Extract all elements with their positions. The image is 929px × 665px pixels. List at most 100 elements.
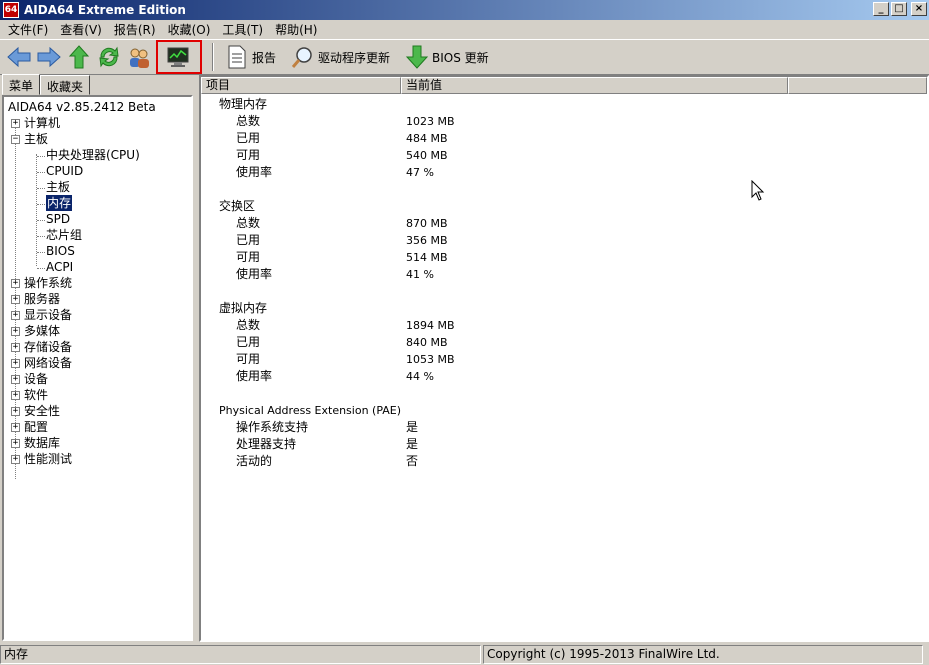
menu-tools[interactable]: 工具(T) bbox=[216, 21, 269, 38]
tree-item-server[interactable]: + 服务器 bbox=[11, 291, 60, 307]
tree-item-database[interactable]: + 数据库 bbox=[11, 435, 60, 451]
menu-favorites[interactable]: 收藏(O) bbox=[162, 21, 217, 38]
row-label[interactable]: 可用 bbox=[236, 147, 260, 164]
expand-icon[interactable]: + bbox=[11, 454, 20, 464]
tree-item-os[interactable]: + 操作系统 bbox=[11, 275, 72, 291]
left-pane: 菜单 收藏夹 AIDA64 v2.85.2412 Beta + 计算机 − 主板 中… bbox=[0, 74, 196, 642]
row-value[interactable]: 540 MB bbox=[406, 147, 448, 164]
status-bar: 内存 Copyright (c) 1995-2013 FinalWire Ltd… bbox=[0, 643, 929, 665]
expand-icon[interactable]: + bbox=[11, 422, 20, 432]
expand-icon[interactable]: + bbox=[11, 118, 20, 128]
column-item[interactable]: 项目 bbox=[201, 77, 401, 94]
row-value[interactable]: 1023 MB bbox=[406, 113, 455, 130]
row-value[interactable]: 44 % bbox=[406, 368, 434, 385]
tree-item-chipset[interactable]: 芯片组 bbox=[46, 227, 82, 243]
toolbar: 报告 驱动程序更新 BIOS 更新 bbox=[0, 39, 929, 75]
driver-update-button[interactable]: 驱动程序更新 bbox=[286, 43, 394, 71]
row-label[interactable]: 总数 bbox=[236, 317, 260, 334]
back-arrow-icon[interactable] bbox=[6, 44, 32, 70]
column-extra[interactable] bbox=[788, 77, 927, 94]
users-icon[interactable] bbox=[126, 44, 152, 70]
title-bar: 64 AIDA64 Extreme Edition _ □ × bbox=[0, 0, 929, 20]
report-button[interactable]: 报告 bbox=[220, 43, 280, 71]
status-copyright: Copyright (c) 1995-2013 FinalWire Ltd. bbox=[483, 644, 923, 664]
tree-item-multimedia[interactable]: + 多媒体 bbox=[11, 323, 60, 339]
tab-favorites[interactable]: 收藏夹 bbox=[40, 75, 91, 95]
row-value[interactable]: 870 MB bbox=[406, 215, 448, 232]
tree-item-cpuid[interactable]: CPUID bbox=[46, 163, 83, 179]
tree-item-memory[interactable]: 内存 bbox=[46, 195, 73, 211]
tree-item-network[interactable]: + 网络设备 bbox=[11, 355, 72, 371]
tree-item-display[interactable]: + 显示设备 bbox=[11, 307, 72, 323]
row-value[interactable]: 1053 MB bbox=[406, 351, 455, 368]
row-value[interactable]: 47 % bbox=[406, 164, 434, 181]
details-list[interactable]: 项目 当前值 物理内存 总数 1023 MB 已用 484 MB 可用 540 … bbox=[199, 75, 929, 642]
expand-icon[interactable]: + bbox=[11, 310, 20, 320]
tree-item-acpi[interactable]: ACPI bbox=[46, 259, 73, 275]
tab-menu[interactable]: 菜单 bbox=[2, 74, 41, 95]
row-value[interactable]: 41 % bbox=[406, 266, 434, 283]
row-label[interactable]: 已用 bbox=[236, 130, 260, 147]
minimize-button[interactable]: _ bbox=[873, 2, 889, 16]
close-button[interactable]: × bbox=[911, 2, 927, 16]
tree-item-motherboard[interactable]: − 主板 bbox=[11, 131, 48, 147]
expand-icon[interactable]: + bbox=[11, 358, 20, 368]
row-label[interactable]: 活动的 bbox=[236, 453, 272, 470]
row-value[interactable]: 是 bbox=[406, 419, 418, 436]
menu-help[interactable]: 帮助(H) bbox=[269, 21, 323, 38]
forward-arrow-icon[interactable] bbox=[36, 44, 62, 70]
row-value[interactable]: 是 bbox=[406, 436, 418, 453]
expand-icon[interactable]: + bbox=[11, 326, 20, 336]
menu-report[interactable]: 报告(R) bbox=[108, 21, 162, 38]
expand-icon[interactable]: + bbox=[11, 374, 20, 384]
monitor-icon[interactable] bbox=[156, 40, 202, 74]
row-value[interactable]: 840 MB bbox=[406, 334, 448, 351]
tree-item-spd[interactable]: SPD bbox=[46, 211, 70, 227]
expand-icon[interactable]: + bbox=[11, 406, 20, 416]
row-label[interactable]: 可用 bbox=[236, 249, 260, 266]
tree-item-computer[interactable]: + 计算机 bbox=[11, 115, 60, 131]
row-label[interactable]: 处理器支持 bbox=[236, 436, 296, 453]
tree-item-config[interactable]: + 配置 bbox=[11, 419, 48, 435]
expand-icon[interactable]: + bbox=[11, 294, 20, 304]
row-value[interactable]: 1894 MB bbox=[406, 317, 455, 334]
row-value[interactable]: 484 MB bbox=[406, 130, 448, 147]
tree-item-security[interactable]: + 安全性 bbox=[11, 403, 60, 419]
row-label[interactable]: 已用 bbox=[236, 334, 260, 351]
tree-view[interactable]: AIDA64 v2.85.2412 Beta + 计算机 − 主板 中央处理器(CP… bbox=[2, 95, 193, 641]
bios-update-button[interactable]: BIOS 更新 bbox=[400, 43, 493, 71]
section-title: 交换区 bbox=[219, 199, 256, 213]
tree-item-mainboard[interactable]: 主板 bbox=[46, 179, 70, 195]
tree-item-cpu[interactable]: 中央处理器(CPU) bbox=[46, 147, 140, 163]
row-label[interactable]: 操作系统支持 bbox=[236, 419, 308, 436]
tree-item-software[interactable]: + 软件 bbox=[11, 387, 48, 403]
row-value[interactable]: 否 bbox=[406, 453, 418, 470]
tree-item-storage[interactable]: + 存储设备 bbox=[11, 339, 72, 355]
maximize-button[interactable]: □ bbox=[891, 2, 907, 16]
menu-view[interactable]: 查看(V) bbox=[54, 21, 108, 38]
expand-icon[interactable]: + bbox=[11, 390, 20, 400]
up-arrow-icon[interactable] bbox=[66, 44, 92, 70]
section-title: 物理内存 bbox=[219, 97, 268, 111]
tree-item-bios[interactable]: BIOS bbox=[46, 243, 75, 259]
tree-item-devices[interactable]: + 设备 bbox=[11, 371, 48, 387]
app-icon[interactable]: 64 bbox=[3, 2, 19, 18]
row-value[interactable]: 356 MB bbox=[406, 232, 448, 249]
column-value[interactable]: 当前值 bbox=[401, 77, 788, 94]
row-label[interactable]: 使用率 bbox=[236, 368, 272, 385]
row-label[interactable]: 可用 bbox=[236, 351, 260, 368]
expand-icon[interactable]: + bbox=[11, 342, 20, 352]
expand-icon[interactable]: + bbox=[11, 278, 20, 288]
row-label[interactable]: 已用 bbox=[236, 232, 260, 249]
tree-root[interactable]: AIDA64 v2.85.2412 Beta bbox=[8, 99, 156, 115]
collapse-icon[interactable]: − bbox=[11, 134, 20, 144]
refresh-icon[interactable] bbox=[96, 44, 122, 70]
menu-file[interactable]: 文件(F) bbox=[2, 21, 54, 38]
expand-icon[interactable]: + bbox=[11, 438, 20, 448]
row-value[interactable]: 514 MB bbox=[406, 249, 448, 266]
row-label[interactable]: 使用率 bbox=[236, 266, 272, 283]
row-label[interactable]: 总数 bbox=[236, 215, 260, 232]
tree-item-benchmark[interactable]: + 性能测试 bbox=[11, 451, 72, 467]
row-label[interactable]: 使用率 bbox=[236, 164, 272, 181]
row-label[interactable]: 总数 bbox=[236, 113, 260, 130]
